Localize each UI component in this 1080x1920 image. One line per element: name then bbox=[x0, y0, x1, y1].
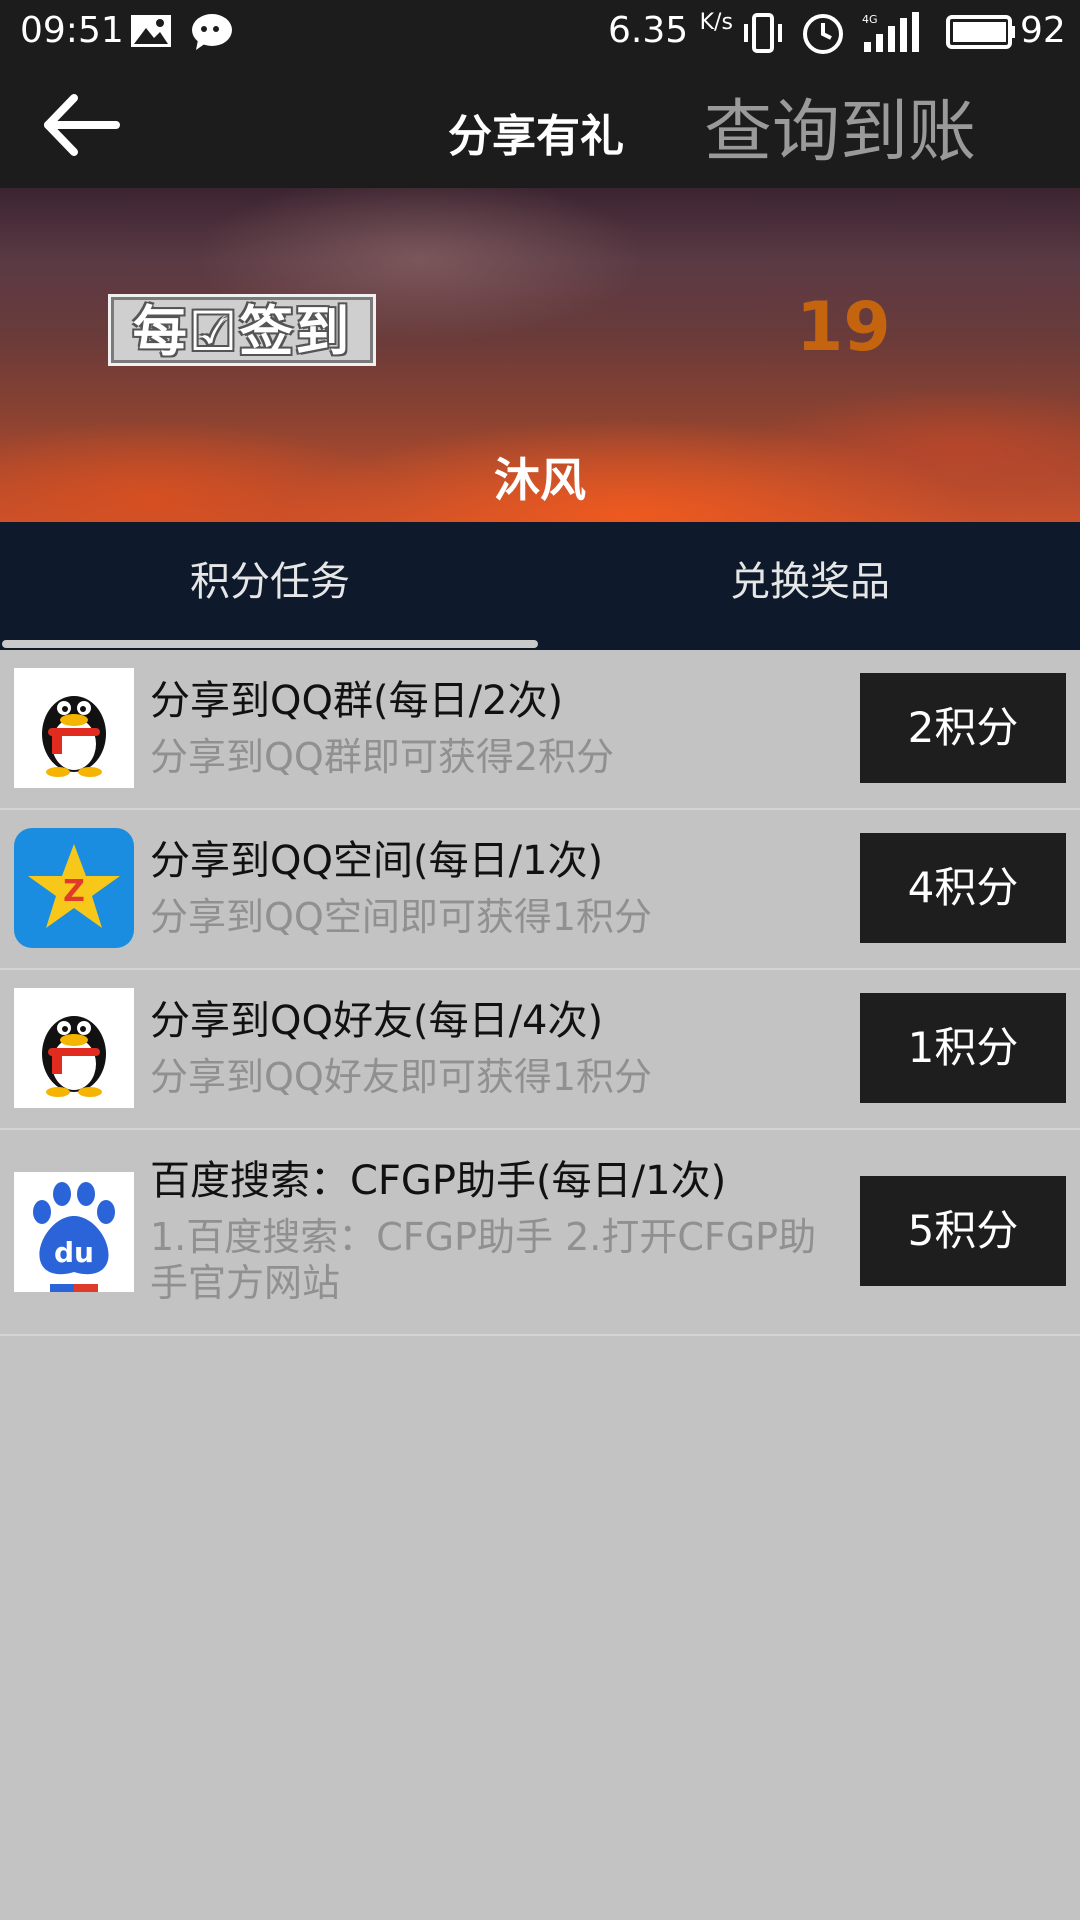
battery-icon bbox=[946, 15, 1015, 49]
task-title: 分享到QQ群(每日/2次) bbox=[150, 678, 564, 724]
status-time: 09:51 bbox=[20, 10, 124, 51]
task-list: 分享到QQ群(每日/2次) 分享到QQ群即可获得2积分 2积分 Z 分享到QQ空… bbox=[0, 650, 1080, 1336]
alarm-icon bbox=[803, 14, 843, 54]
qq-penguin-icon bbox=[14, 988, 134, 1108]
claim-points-button[interactable]: 4积分 bbox=[860, 833, 1066, 943]
wechat-notification-icon bbox=[192, 14, 232, 50]
baidu-paw-icon: du bbox=[14, 1172, 134, 1292]
image-notification-icon bbox=[131, 15, 171, 47]
task-title: 分享到QQ好友(每日/4次) bbox=[150, 998, 604, 1044]
battery-level: 92 bbox=[1020, 10, 1066, 51]
qzone-star-icon: Z bbox=[14, 828, 134, 948]
tab-redeem-prizes[interactable]: 兑换奖品 bbox=[540, 522, 1080, 650]
active-tab-indicator bbox=[2, 640, 538, 648]
task-title: 百度搜索：CFGP助手(每日/1次) bbox=[150, 1158, 727, 1204]
claim-points-button[interactable]: 5积分 bbox=[860, 1176, 1066, 1286]
tab-point-tasks[interactable]: 积分任务 bbox=[0, 522, 540, 650]
daily-sign-in-button[interactable]: 每☑签到 bbox=[108, 294, 376, 366]
username: 沐风 bbox=[494, 453, 586, 507]
claim-points-button[interactable]: 2积分 bbox=[860, 673, 1066, 783]
qq-penguin-icon bbox=[14, 668, 134, 788]
vibrate-icon bbox=[744, 13, 782, 53]
svg-text:Z: Z bbox=[63, 874, 85, 909]
task-description: 分享到QQ空间即可获得1积分 bbox=[150, 895, 652, 939]
network-speed: 6.35 K/s bbox=[608, 10, 733, 51]
task-description: 分享到QQ好友即可获得1积分 bbox=[150, 1055, 652, 1099]
page-title: 分享有礼 bbox=[448, 111, 624, 162]
app-bar: 分享有礼 查询到账 bbox=[0, 66, 1080, 188]
profile-banner: 每☑签到 19 沐风 bbox=[0, 188, 1080, 522]
points-count: 19 bbox=[796, 288, 891, 367]
task-description: 1.百度搜索：CFGP助手 2.打开CFGP助手官方网站 bbox=[150, 1215, 817, 1305]
svg-text:du: du bbox=[54, 1236, 94, 1269]
task-description: 分享到QQ群即可获得2积分 bbox=[150, 735, 614, 779]
task-row: Z 分享到QQ空间(每日/1次) 分享到QQ空间即可获得1积分 4积分 bbox=[0, 810, 1080, 970]
task-row: 分享到QQ好友(每日/4次) 分享到QQ好友即可获得1积分 1积分 bbox=[0, 970, 1080, 1130]
claim-points-button[interactable]: 1积分 bbox=[860, 993, 1066, 1103]
task-row: du 百度搜索：CFGP助手(每日/1次) 1.百度搜索：CFGP助手 2.打开… bbox=[0, 1130, 1080, 1336]
signal-icon: 4G bbox=[862, 12, 919, 52]
query-balance-link[interactable]: 查询到账 bbox=[704, 76, 976, 175]
svg-text:4G: 4G bbox=[862, 13, 878, 26]
task-row: 分享到QQ群(每日/2次) 分享到QQ群即可获得2积分 2积分 bbox=[0, 650, 1080, 810]
tab-bar: 积分任务 兑换奖品 bbox=[0, 522, 1080, 650]
status-bar: 09:51 6.35 K/s 4G 92 bbox=[0, 0, 1080, 66]
back-arrow-icon[interactable] bbox=[36, 80, 126, 170]
task-title: 分享到QQ空间(每日/1次) bbox=[150, 838, 604, 884]
